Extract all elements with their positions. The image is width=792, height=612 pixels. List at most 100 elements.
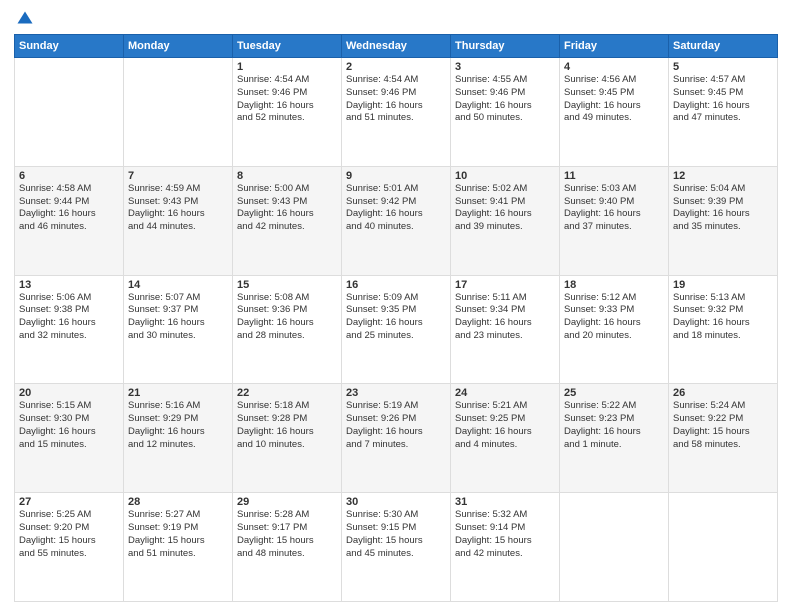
day-number: 30 bbox=[346, 496, 446, 508]
day-info: Sunrise: 5:13 AM Sunset: 9:32 PM Dayligh… bbox=[673, 292, 773, 343]
calendar-table: SundayMondayTuesdayWednesdayThursdayFrid… bbox=[14, 34, 778, 602]
calendar-weekday-header: Saturday bbox=[669, 35, 778, 58]
day-info: Sunrise: 5:04 AM Sunset: 9:39 PM Dayligh… bbox=[673, 183, 773, 234]
day-number: 26 bbox=[673, 387, 773, 399]
calendar-weekday-header: Wednesday bbox=[342, 35, 451, 58]
day-number: 31 bbox=[455, 496, 555, 508]
calendar-day-cell: 30Sunrise: 5:30 AM Sunset: 9:15 PM Dayli… bbox=[342, 493, 451, 602]
calendar-week-row: 20Sunrise: 5:15 AM Sunset: 9:30 PM Dayli… bbox=[15, 384, 778, 493]
calendar-day-cell: 19Sunrise: 5:13 AM Sunset: 9:32 PM Dayli… bbox=[669, 275, 778, 384]
calendar-day-cell: 25Sunrise: 5:22 AM Sunset: 9:23 PM Dayli… bbox=[560, 384, 669, 493]
calendar-day-cell: 4Sunrise: 4:56 AM Sunset: 9:45 PM Daylig… bbox=[560, 58, 669, 167]
calendar-day-cell: 31Sunrise: 5:32 AM Sunset: 9:14 PM Dayli… bbox=[451, 493, 560, 602]
calendar-day-cell: 16Sunrise: 5:09 AM Sunset: 9:35 PM Dayli… bbox=[342, 275, 451, 384]
day-number: 22 bbox=[237, 387, 337, 399]
day-number: 2 bbox=[346, 61, 446, 73]
calendar-day-cell: 8Sunrise: 5:00 AM Sunset: 9:43 PM Daylig… bbox=[233, 166, 342, 275]
calendar-day-cell: 18Sunrise: 5:12 AM Sunset: 9:33 PM Dayli… bbox=[560, 275, 669, 384]
day-info: Sunrise: 4:59 AM Sunset: 9:43 PM Dayligh… bbox=[128, 183, 228, 234]
calendar-day-cell: 26Sunrise: 5:24 AM Sunset: 9:22 PM Dayli… bbox=[669, 384, 778, 493]
calendar-weekday-header: Tuesday bbox=[233, 35, 342, 58]
day-number: 9 bbox=[346, 170, 446, 182]
day-info: Sunrise: 4:58 AM Sunset: 9:44 PM Dayligh… bbox=[19, 183, 119, 234]
calendar-day-cell: 2Sunrise: 4:54 AM Sunset: 9:46 PM Daylig… bbox=[342, 58, 451, 167]
calendar-week-row: 27Sunrise: 5:25 AM Sunset: 9:20 PM Dayli… bbox=[15, 493, 778, 602]
day-number: 4 bbox=[564, 61, 664, 73]
day-info: Sunrise: 5:00 AM Sunset: 9:43 PM Dayligh… bbox=[237, 183, 337, 234]
calendar-day-cell: 24Sunrise: 5:21 AM Sunset: 9:25 PM Dayli… bbox=[451, 384, 560, 493]
day-info: Sunrise: 5:24 AM Sunset: 9:22 PM Dayligh… bbox=[673, 400, 773, 451]
day-info: Sunrise: 4:56 AM Sunset: 9:45 PM Dayligh… bbox=[564, 74, 664, 125]
day-info: Sunrise: 5:30 AM Sunset: 9:15 PM Dayligh… bbox=[346, 509, 446, 560]
day-info: Sunrise: 5:21 AM Sunset: 9:25 PM Dayligh… bbox=[455, 400, 555, 451]
day-number: 6 bbox=[19, 170, 119, 182]
day-number: 19 bbox=[673, 279, 773, 291]
page: SundayMondayTuesdayWednesdayThursdayFrid… bbox=[0, 0, 792, 612]
calendar-header-row: SundayMondayTuesdayWednesdayThursdayFrid… bbox=[15, 35, 778, 58]
day-number: 17 bbox=[455, 279, 555, 291]
day-number: 14 bbox=[128, 279, 228, 291]
day-info: Sunrise: 5:16 AM Sunset: 9:29 PM Dayligh… bbox=[128, 400, 228, 451]
day-info: Sunrise: 5:03 AM Sunset: 9:40 PM Dayligh… bbox=[564, 183, 664, 234]
day-number: 5 bbox=[673, 61, 773, 73]
calendar-day-cell: 3Sunrise: 4:55 AM Sunset: 9:46 PM Daylig… bbox=[451, 58, 560, 167]
calendar-day-cell: 6Sunrise: 4:58 AM Sunset: 9:44 PM Daylig… bbox=[15, 166, 124, 275]
day-number: 27 bbox=[19, 496, 119, 508]
calendar-weekday-header: Monday bbox=[124, 35, 233, 58]
day-number: 1 bbox=[237, 61, 337, 73]
day-number: 29 bbox=[237, 496, 337, 508]
day-info: Sunrise: 5:01 AM Sunset: 9:42 PM Dayligh… bbox=[346, 183, 446, 234]
day-info: Sunrise: 5:25 AM Sunset: 9:20 PM Dayligh… bbox=[19, 509, 119, 560]
day-info: Sunrise: 5:27 AM Sunset: 9:19 PM Dayligh… bbox=[128, 509, 228, 560]
day-info: Sunrise: 5:07 AM Sunset: 9:37 PM Dayligh… bbox=[128, 292, 228, 343]
day-number: 12 bbox=[673, 170, 773, 182]
day-info: Sunrise: 5:11 AM Sunset: 9:34 PM Dayligh… bbox=[455, 292, 555, 343]
day-info: Sunrise: 5:18 AM Sunset: 9:28 PM Dayligh… bbox=[237, 400, 337, 451]
calendar-weekday-header: Sunday bbox=[15, 35, 124, 58]
calendar-day-cell: 22Sunrise: 5:18 AM Sunset: 9:28 PM Dayli… bbox=[233, 384, 342, 493]
day-number: 20 bbox=[19, 387, 119, 399]
day-number: 15 bbox=[237, 279, 337, 291]
day-info: Sunrise: 5:08 AM Sunset: 9:36 PM Dayligh… bbox=[237, 292, 337, 343]
header bbox=[14, 10, 778, 28]
calendar-weekday-header: Thursday bbox=[451, 35, 560, 58]
calendar-day-cell: 13Sunrise: 5:06 AM Sunset: 9:38 PM Dayli… bbox=[15, 275, 124, 384]
calendar-day-cell: 9Sunrise: 5:01 AM Sunset: 9:42 PM Daylig… bbox=[342, 166, 451, 275]
day-info: Sunrise: 5:12 AM Sunset: 9:33 PM Dayligh… bbox=[564, 292, 664, 343]
day-info: Sunrise: 4:57 AM Sunset: 9:45 PM Dayligh… bbox=[673, 74, 773, 125]
calendar-day-cell: 15Sunrise: 5:08 AM Sunset: 9:36 PM Dayli… bbox=[233, 275, 342, 384]
calendar-day-cell: 20Sunrise: 5:15 AM Sunset: 9:30 PM Dayli… bbox=[15, 384, 124, 493]
calendar-day-cell bbox=[15, 58, 124, 167]
day-info: Sunrise: 5:28 AM Sunset: 9:17 PM Dayligh… bbox=[237, 509, 337, 560]
calendar-day-cell: 10Sunrise: 5:02 AM Sunset: 9:41 PM Dayli… bbox=[451, 166, 560, 275]
day-info: Sunrise: 5:19 AM Sunset: 9:26 PM Dayligh… bbox=[346, 400, 446, 451]
day-number: 18 bbox=[564, 279, 664, 291]
day-number: 25 bbox=[564, 387, 664, 399]
calendar-week-row: 13Sunrise: 5:06 AM Sunset: 9:38 PM Dayli… bbox=[15, 275, 778, 384]
calendar-weekday-header: Friday bbox=[560, 35, 669, 58]
calendar-day-cell bbox=[560, 493, 669, 602]
logo-icon bbox=[16, 10, 34, 28]
calendar-week-row: 1Sunrise: 4:54 AM Sunset: 9:46 PM Daylig… bbox=[15, 58, 778, 167]
logo bbox=[14, 10, 36, 28]
day-info: Sunrise: 5:02 AM Sunset: 9:41 PM Dayligh… bbox=[455, 183, 555, 234]
day-info: Sunrise: 5:09 AM Sunset: 9:35 PM Dayligh… bbox=[346, 292, 446, 343]
day-info: Sunrise: 4:54 AM Sunset: 9:46 PM Dayligh… bbox=[237, 74, 337, 125]
calendar-day-cell bbox=[124, 58, 233, 167]
day-number: 28 bbox=[128, 496, 228, 508]
calendar-day-cell: 28Sunrise: 5:27 AM Sunset: 9:19 PM Dayli… bbox=[124, 493, 233, 602]
calendar-day-cell: 12Sunrise: 5:04 AM Sunset: 9:39 PM Dayli… bbox=[669, 166, 778, 275]
calendar-day-cell: 1Sunrise: 4:54 AM Sunset: 9:46 PM Daylig… bbox=[233, 58, 342, 167]
day-number: 23 bbox=[346, 387, 446, 399]
calendar-week-row: 6Sunrise: 4:58 AM Sunset: 9:44 PM Daylig… bbox=[15, 166, 778, 275]
calendar-day-cell: 23Sunrise: 5:19 AM Sunset: 9:26 PM Dayli… bbox=[342, 384, 451, 493]
calendar-day-cell: 21Sunrise: 5:16 AM Sunset: 9:29 PM Dayli… bbox=[124, 384, 233, 493]
day-info: Sunrise: 5:06 AM Sunset: 9:38 PM Dayligh… bbox=[19, 292, 119, 343]
calendar-day-cell: 27Sunrise: 5:25 AM Sunset: 9:20 PM Dayli… bbox=[15, 493, 124, 602]
day-number: 10 bbox=[455, 170, 555, 182]
calendar-day-cell: 11Sunrise: 5:03 AM Sunset: 9:40 PM Dayli… bbox=[560, 166, 669, 275]
day-info: Sunrise: 4:55 AM Sunset: 9:46 PM Dayligh… bbox=[455, 74, 555, 125]
calendar-day-cell: 14Sunrise: 5:07 AM Sunset: 9:37 PM Dayli… bbox=[124, 275, 233, 384]
day-info: Sunrise: 5:32 AM Sunset: 9:14 PM Dayligh… bbox=[455, 509, 555, 560]
day-number: 13 bbox=[19, 279, 119, 291]
